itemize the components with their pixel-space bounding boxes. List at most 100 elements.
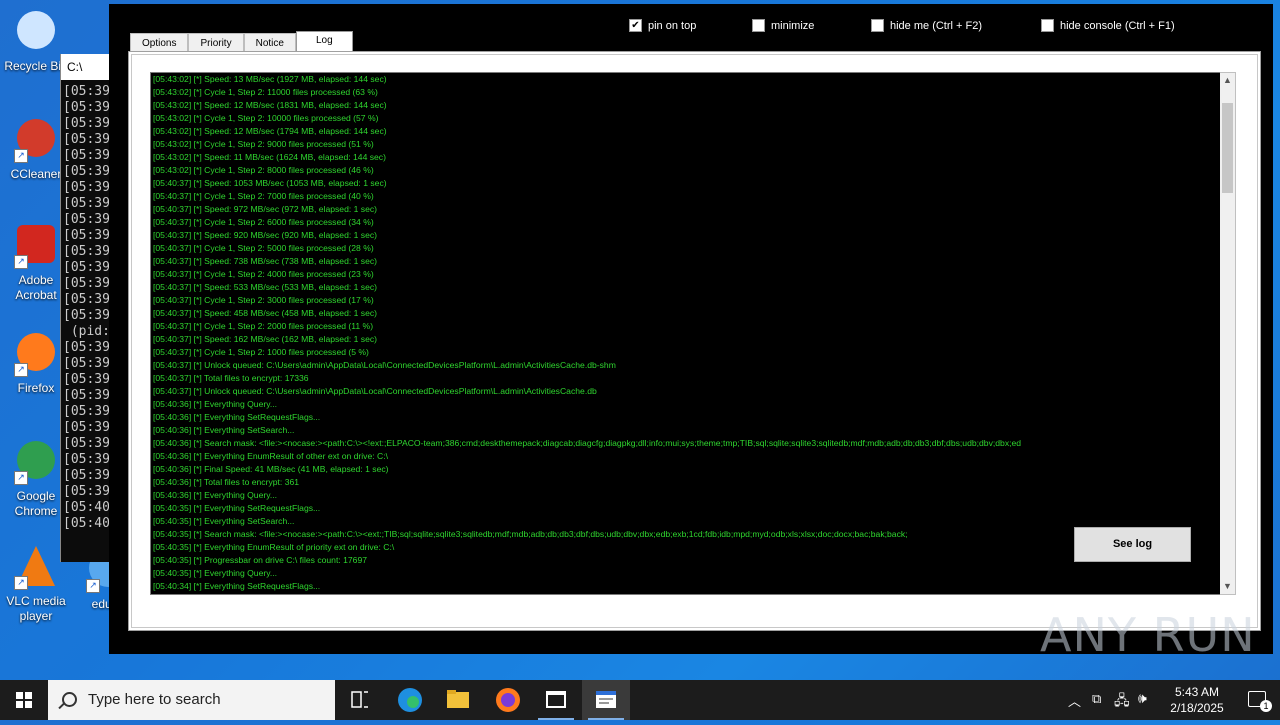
see-log-button[interactable]: See log	[1074, 527, 1191, 562]
firefox-icon: ↗	[14, 333, 58, 377]
hide-me-label: hide me (Ctrl + F2)	[890, 19, 982, 32]
recycle-bin-icon	[14, 11, 58, 55]
log-line[interactable]: [05:40:36] [*] Everything Query...	[151, 489, 1221, 502]
hide-console-checkbox-box[interactable]	[1041, 19, 1054, 32]
taskbar: Type here to search ︿ ⧉ 🖧 🕪 5:43 AM 2/18…	[0, 680, 1280, 720]
hide-me-checkbox[interactable]: hide me (Ctrl + F2)	[871, 19, 982, 32]
shortcut-arrow-icon: ↗	[14, 255, 28, 269]
shortcut-arrow-icon: ↗	[14, 149, 28, 163]
log-line[interactable]: [05:40:36] [*] Everything Query...	[151, 398, 1221, 411]
adobe-acrobat-icon: ↗	[14, 225, 58, 269]
chevron-up-icon[interactable]: ︿	[1068, 691, 1081, 710]
log-line[interactable]: [05:40:37] [*] Cycle 1, Step 2: 2000 fil…	[151, 320, 1221, 333]
network-device-icon[interactable]: ⧉	[1092, 691, 1101, 707]
ccleaner-icon: ↗	[14, 119, 58, 163]
log-line[interactable]: [05:40:37] [*] Speed: 738 MB/sec (738 MB…	[151, 255, 1221, 268]
pin-on-top-checkbox-box[interactable]: ✔	[629, 19, 642, 32]
search-placeholder: Type here to search	[88, 691, 221, 708]
log-line[interactable]: [05:43:02] [*] Speed: 12 MB/sec (1794 MB…	[151, 125, 1221, 138]
log-line[interactable]: [05:40:35] [*] Progressbar on drive C:\ …	[151, 554, 1221, 567]
log-line[interactable]: [05:40:37] [*] Speed: 1053 MB/sec (1053 …	[151, 177, 1221, 190]
shortcut-arrow-icon: ↗	[14, 471, 28, 485]
log-line[interactable]: [05:40:37] [*] Speed: 972 MB/sec (972 MB…	[151, 203, 1221, 216]
tab-log[interactable]: Log	[295, 31, 353, 52]
log-line[interactable]: [05:40:37] [*] Speed: 533 MB/sec (533 MB…	[151, 281, 1221, 294]
console-window-icon	[546, 691, 566, 708]
log-line[interactable]: [05:43:02] [*] Speed: 13 MB/sec (1927 MB…	[151, 73, 1221, 86]
log-listbox[interactable]: [05:43:02] [*] Speed: 13 MB/sec (1927 MB…	[150, 72, 1222, 595]
log-line[interactable]: [05:40:37] [*] Cycle 1, Step 2: 3000 fil…	[151, 294, 1221, 307]
minimize-checkbox-box[interactable]	[752, 19, 765, 32]
edge-taskbar-button[interactable]	[386, 680, 434, 720]
app-taskbar-button[interactable]	[582, 680, 630, 720]
edge-icon	[398, 688, 422, 712]
app-window-icon	[596, 691, 616, 708]
log-line[interactable]: [05:40:37] [*] Speed: 920 MB/sec (920 MB…	[151, 229, 1221, 242]
log-line[interactable]: [05:40:37] [*] Cycle 1, Step 2: 4000 fil…	[151, 268, 1221, 281]
scroll-thumb[interactable]	[1222, 103, 1233, 193]
log-line[interactable]: [05:43:02] [*] Speed: 11 MB/sec (1624 MB…	[151, 151, 1221, 164]
log-scrollbar[interactable]: ▲ ▼	[1220, 72, 1236, 595]
firefox-icon	[496, 688, 520, 712]
anyrun-watermark: ANY RUN	[1040, 608, 1256, 662]
file-explorer-taskbar-button[interactable]	[434, 680, 482, 720]
hide-console-checkbox[interactable]: hide console (Ctrl + F1)	[1041, 19, 1175, 32]
log-line[interactable]: [05:40:35] [*] Everything SetRequestFlag…	[151, 502, 1221, 515]
log-line[interactable]: [05:40:36] [*] Everything SetRequestFlag…	[151, 411, 1221, 424]
log-line[interactable]: [05:40:35] [*] Everything Query...	[151, 567, 1221, 580]
pin-on-top-checkbox[interactable]: ✔ pin on top	[629, 19, 696, 32]
tab-bar: Options Priority Notice Log	[130, 31, 353, 52]
minimize-label: minimize	[771, 19, 815, 32]
minimize-checkbox[interactable]: minimize	[752, 19, 814, 32]
hide-console-label: hide console (Ctrl + F1)	[1060, 19, 1175, 32]
log-line[interactable]: [05:40:37] [*] Unlock queued: C:\Users\a…	[151, 359, 1221, 372]
notification-count: 1	[1260, 700, 1272, 712]
log-line[interactable]: [05:43:02] [*] Cycle 1, Step 2: 9000 fil…	[151, 138, 1221, 151]
tab-priority[interactable]: Priority	[188, 33, 244, 52]
log-line[interactable]: [05:43:02] [*] Speed: 12 MB/sec (1831 MB…	[151, 99, 1221, 112]
hide-me-checkbox-box[interactable]	[871, 19, 884, 32]
log-line[interactable]: [05:43:02] [*] Cycle 1, Step 2: 8000 fil…	[151, 164, 1221, 177]
log-line[interactable]: [05:40:36] [*] Search mask: <file:><noca…	[151, 437, 1221, 450]
log-line[interactable]: [05:40:37] [*] Cycle 1, Step 2: 5000 fil…	[151, 242, 1221, 255]
console-taskbar-button[interactable]	[532, 680, 580, 720]
clock-date: 2/18/2025	[1170, 701, 1224, 715]
log-line[interactable]: [05:40:37] [*] Cycle 1, Step 2: 1000 fil…	[151, 346, 1221, 359]
log-line[interactable]: [05:43:02] [*] Cycle 1, Step 2: 11000 fi…	[151, 86, 1221, 99]
log-line[interactable]: [05:40:37] [*] Cycle 1, Step 2: 6000 fil…	[151, 216, 1221, 229]
log-line[interactable]: [05:40:37] [*] Total files to encrypt: 1…	[151, 372, 1221, 385]
toolbar: ✔ pin on top minimize hide me (Ctrl + F2…	[629, 16, 1269, 36]
log-line[interactable]: [05:40:36] [*] Everything EnumResult of …	[151, 450, 1221, 463]
task-view-button[interactable]	[336, 680, 384, 720]
log-line[interactable]: [05:40:36] [*] Everything SetSearch...	[151, 424, 1221, 437]
log-line[interactable]: [05:40:36] [*] Total files to encrypt: 3…	[151, 476, 1221, 489]
scroll-up-icon[interactable]: ▲	[1220, 73, 1235, 88]
clock[interactable]: 5:43 AM 2/18/2025	[1162, 684, 1232, 716]
log-line[interactable]: [05:40:36] [*] Final Speed: 41 MB/sec (4…	[151, 463, 1221, 476]
log-line[interactable]: [05:40:34] [*] Everything SetRequestFlag…	[151, 580, 1221, 593]
log-line[interactable]: [05:40:35] [*] Everything SetSearch...	[151, 515, 1221, 528]
tab-options[interactable]: Options	[130, 33, 189, 52]
log-line[interactable]: [05:40:37] [*] Unlock queued: C:\Users\a…	[151, 385, 1221, 398]
search-icon	[62, 692, 77, 707]
log-line[interactable]: [05:40:35] [*] Everything EnumResult of …	[151, 541, 1221, 554]
log-line[interactable]: [05:40:37] [*] Speed: 162 MB/sec (162 MB…	[151, 333, 1221, 346]
log-line[interactable]: [05:40:37] [*] Speed: 458 MB/sec (458 MB…	[151, 307, 1221, 320]
scroll-down-icon[interactable]: ▼	[1220, 579, 1235, 594]
vlc-icon: ↗	[14, 546, 58, 590]
network-icon[interactable]: 🖧	[1114, 690, 1130, 714]
log-line[interactable]: [05:40:37] [*] Cycle 1, Step 2: 7000 fil…	[151, 190, 1221, 203]
firefox-taskbar-button[interactable]	[484, 680, 532, 720]
start-button[interactable]	[0, 680, 48, 720]
volume-icon[interactable]: 🕪	[1138, 690, 1147, 707]
system-tray: ︿ ⧉ 🖧 🕪 5:43 AM 2/18/2025 1	[1060, 680, 1280, 720]
shortcut-arrow-icon: ↗	[14, 576, 28, 590]
taskbar-search-box[interactable]: Type here to search	[48, 680, 335, 720]
task-view-icon	[351, 691, 368, 708]
shortcut-arrow-icon: ↗	[14, 363, 28, 377]
tab-notice[interactable]: Notice	[243, 33, 296, 52]
shortcut-arrow-icon: ↗	[86, 579, 100, 593]
log-line[interactable]: [05:43:02] [*] Cycle 1, Step 2: 10000 fi…	[151, 112, 1221, 125]
locker-log-window[interactable]: ✔ pin on top minimize hide me (Ctrl + F2…	[109, 4, 1273, 654]
log-line[interactable]: [05:40:35] [*] Search mask: <file:><noca…	[151, 528, 1221, 541]
